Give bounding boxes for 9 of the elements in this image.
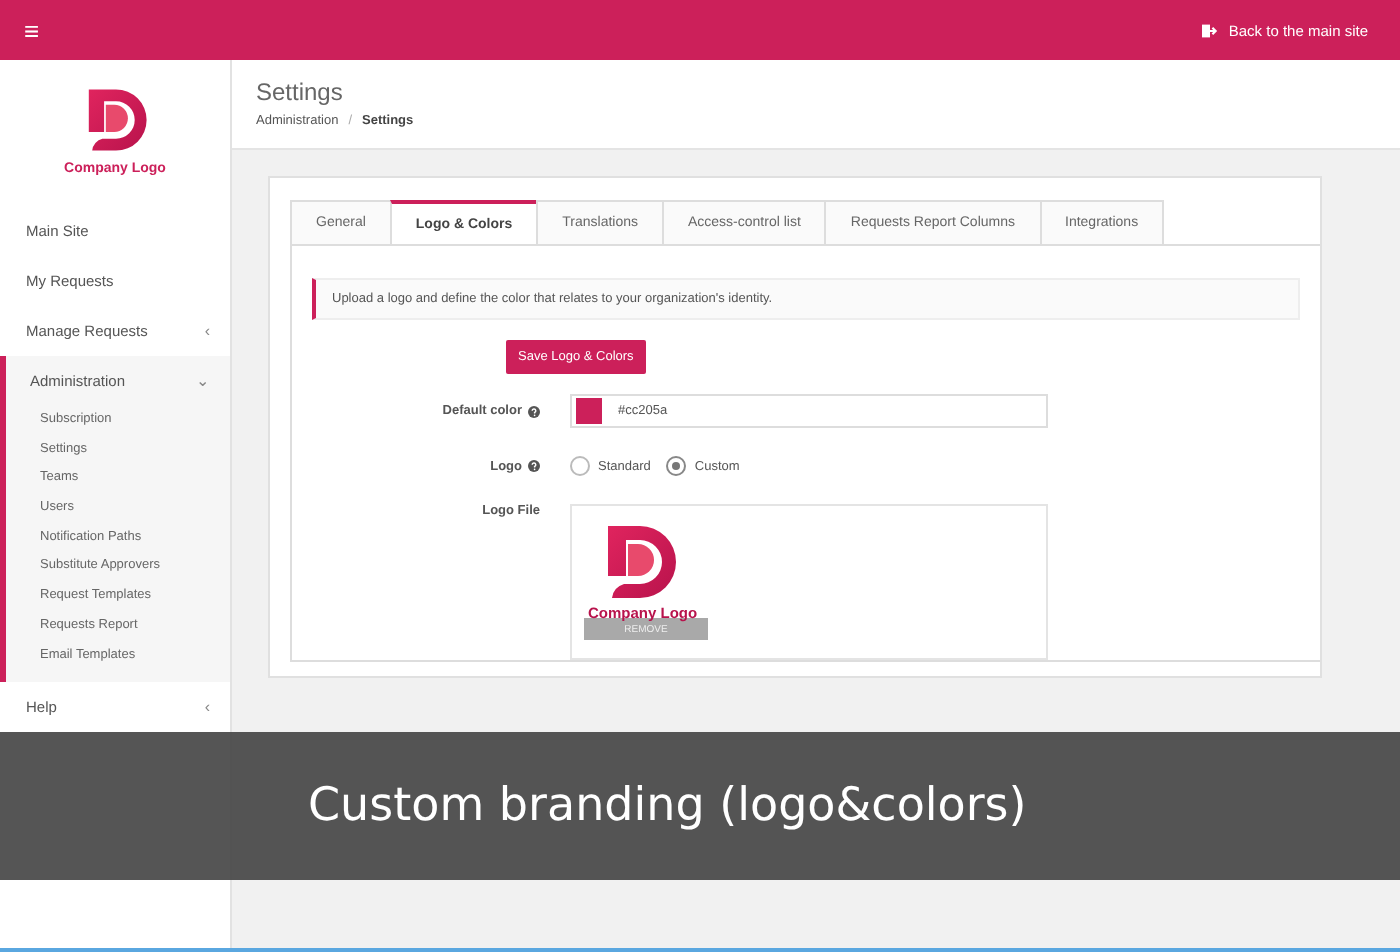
help-icon[interactable] xyxy=(528,405,540,417)
radio-button[interactable] xyxy=(570,456,590,476)
page-title: Settings xyxy=(256,78,345,106)
menu-button[interactable]: ≡ xyxy=(24,17,40,43)
caption-text: Custom branding (logo&colors) xyxy=(308,780,1027,832)
color-swatch[interactable] xyxy=(576,398,602,424)
help-icon[interactable] xyxy=(528,460,540,472)
exit-icon xyxy=(1202,23,1219,37)
radio-button[interactable] xyxy=(666,456,687,476)
